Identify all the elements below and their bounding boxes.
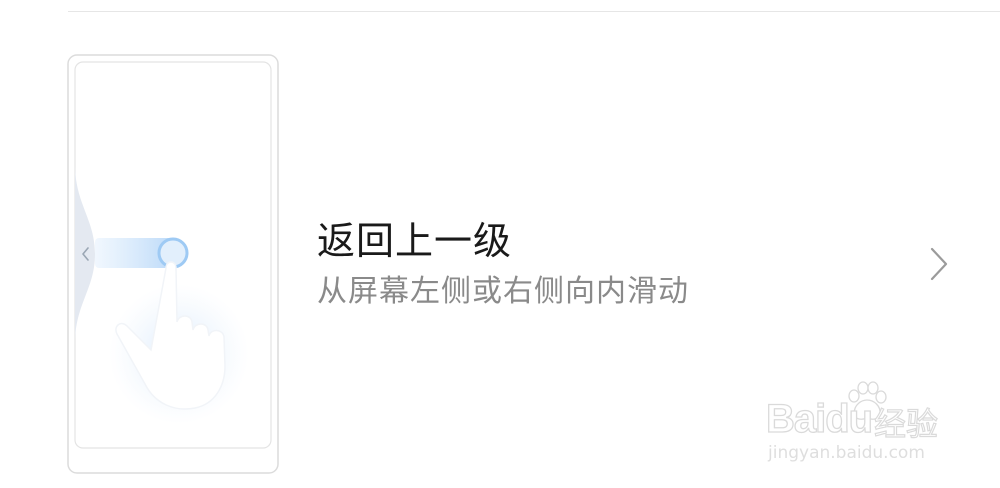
phone-swipe-illustration — [67, 54, 279, 474]
watermark-url: jingyan.baidu.com — [768, 443, 925, 463]
watermark-logo-text: Baidu — [765, 396, 873, 441]
gesture-title: 返回上一级 — [317, 219, 513, 263]
watermark-product-text: 经验 — [873, 404, 939, 443]
settings-page: 返回上一级 从屏幕左侧或右侧向内滑动 Baidu 经验 jingyan.baid… — [0, 0, 1000, 488]
gesture-description: 从屏幕左侧或右侧向内滑动 — [317, 274, 689, 309]
chevron-right-icon[interactable] — [928, 246, 950, 282]
baidu-jingyan-watermark: Baidu 经验 jingyan.baidu.com — [765, 380, 946, 470]
